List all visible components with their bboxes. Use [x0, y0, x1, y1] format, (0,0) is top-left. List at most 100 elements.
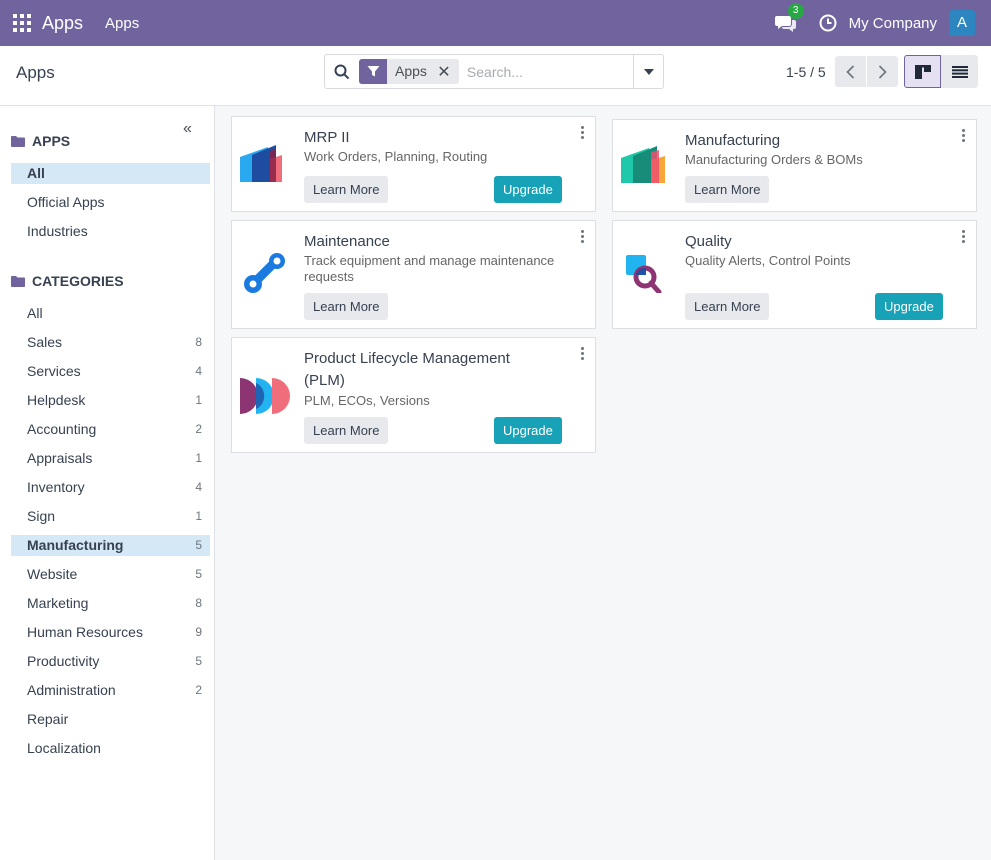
- category-item-manufacturing[interactable]: Manufacturing 5: [11, 535, 210, 556]
- filter-label: Industries: [27, 223, 88, 239]
- mrp-logo-icon: [240, 145, 282, 182]
- app-title: Quality: [685, 233, 732, 250]
- category-label: Accounting: [27, 421, 97, 437]
- nav-brand[interactable]: Apps: [42, 13, 83, 34]
- list-view-button[interactable]: [941, 55, 978, 88]
- card-menu-icon[interactable]: [581, 230, 585, 243]
- search-input[interactable]: [466, 59, 627, 84]
- app-card-manufacturing[interactable]: Manufacturing Manufacturing Orders & BOM…: [612, 119, 977, 212]
- category-item[interactable]: Inventory 4: [11, 477, 210, 498]
- app-card-plm[interactable]: Product Lifecycle Management (PLM) PLM, …: [231, 337, 596, 453]
- list-icon: [951, 65, 968, 78]
- chat-icon[interactable]: 3: [774, 3, 804, 33]
- clock-icon[interactable]: [819, 14, 837, 32]
- learn-more-button[interactable]: Learn More: [304, 417, 389, 444]
- learn-more-button[interactable]: Learn More: [685, 176, 770, 203]
- category-item[interactable]: Human Resources 9: [11, 622, 210, 643]
- category-item[interactable]: Helpdesk 1: [11, 390, 210, 411]
- category-item[interactable]: Marketing 8: [11, 593, 210, 614]
- navbar-systray: 3 My Company A: [774, 0, 975, 46]
- category-item[interactable]: Productivity 5: [11, 651, 210, 672]
- category-label: Repair: [27, 711, 69, 727]
- category-item[interactable]: Localization: [11, 738, 210, 759]
- category-item[interactable]: Administration 2: [11, 680, 210, 701]
- nav-menu-apps[interactable]: Apps: [105, 15, 139, 32]
- filter-official-apps[interactable]: Official Apps: [11, 192, 210, 213]
- pager-previous-button[interactable]: [835, 56, 866, 87]
- category-item[interactable]: Sales 8: [11, 332, 210, 353]
- learn-more-button[interactable]: Learn More: [685, 293, 770, 320]
- filter-label: All: [27, 165, 45, 181]
- category-label: Administration: [27, 682, 116, 698]
- filter-label: Official Apps: [27, 194, 105, 210]
- category-item[interactable]: Accounting 2: [11, 419, 210, 440]
- app-card-maintenance[interactable]: Maintenance Track equipment and manage m…: [231, 220, 596, 329]
- category-count: 2: [195, 422, 202, 436]
- user-avatar[interactable]: A: [949, 10, 975, 36]
- category-label: Helpdesk: [27, 392, 86, 408]
- app-description: Track equipment and manage maintenance r…: [304, 253, 555, 284]
- category-label: Human Resources: [27, 624, 143, 640]
- card-menu-icon[interactable]: [962, 129, 966, 142]
- facet-remove-icon[interactable]: ✕: [435, 59, 453, 84]
- category-item[interactable]: Sign 1: [11, 506, 210, 527]
- search-facet: Apps ✕: [359, 59, 459, 84]
- chevron-right-icon: [878, 64, 887, 79]
- category-count: 4: [195, 480, 202, 494]
- app-menu-grid-icon[interactable]: [13, 14, 31, 32]
- category-count: 5: [195, 538, 202, 552]
- category-count: 2: [195, 683, 202, 697]
- facet-label: Apps: [395, 63, 427, 79]
- category-count: 1: [195, 509, 202, 523]
- category-item[interactable]: Appraisals 1: [11, 448, 210, 469]
- app-card-quality[interactable]: Quality Quality Alerts, Control Points L…: [612, 220, 977, 329]
- collapse-sidebar-icon[interactable]: «: [183, 120, 192, 138]
- company-switcher[interactable]: My Company: [849, 15, 937, 32]
- category-item[interactable]: All: [11, 303, 210, 324]
- app-description: Work Orders, Planning, Routing: [304, 149, 488, 164]
- search-options-toggle[interactable]: [633, 55, 663, 88]
- category-label: Productivity: [27, 653, 100, 669]
- category-label: Inventory: [27, 479, 85, 495]
- category-item[interactable]: Website 5: [11, 564, 210, 585]
- category-count: 5: [195, 567, 202, 581]
- filter-industries[interactable]: Industries: [11, 221, 210, 242]
- upgrade-button[interactable]: Upgrade: [494, 176, 562, 203]
- category-count: 8: [195, 335, 202, 349]
- breadcrumb: Apps: [16, 63, 55, 82]
- top-navbar: Apps Apps 3 My Company A: [0, 0, 991, 46]
- card-menu-icon[interactable]: [962, 230, 966, 243]
- search-icon[interactable]: [327, 55, 357, 88]
- kanban-icon: [914, 64, 931, 79]
- card-menu-icon[interactable]: [581, 126, 585, 139]
- app-card-mrp[interactable]: MRP II Work Orders, Planning, Routing Le…: [231, 116, 596, 212]
- plm-logo-icon: [240, 378, 290, 414]
- category-count: 4: [195, 364, 202, 378]
- category-count: 5: [195, 654, 202, 668]
- apps-section-label: APPS: [32, 133, 71, 149]
- category-count: 8: [195, 596, 202, 610]
- category-label: Manufacturing: [27, 537, 124, 553]
- caret-down-icon: [643, 68, 654, 75]
- learn-more-button[interactable]: Learn More: [304, 176, 389, 203]
- apps-section-title: APPS: [11, 133, 70, 149]
- category-count: 1: [195, 393, 202, 407]
- category-label: Sign: [27, 508, 56, 524]
- category-item[interactable]: Repair: [11, 709, 210, 730]
- quality-logo-icon: [626, 255, 662, 293]
- kanban-view-button[interactable]: [904, 55, 941, 88]
- search-panel-sidebar: « APPS All Official Apps Industries CATE…: [0, 106, 215, 860]
- upgrade-button[interactable]: Upgrade: [494, 417, 562, 444]
- card-menu-icon[interactable]: [581, 347, 585, 360]
- pager-next-button[interactable]: [867, 56, 898, 87]
- upgrade-button[interactable]: Upgrade: [875, 293, 943, 320]
- chevron-left-icon: [846, 64, 855, 79]
- pager-value[interactable]: 1-5 / 5: [786, 64, 826, 80]
- app-description: Manufacturing Orders & BOMs: [685, 152, 863, 167]
- manufacturing-logo-icon: [621, 146, 665, 183]
- learn-more-button[interactable]: Learn More: [304, 293, 389, 320]
- chat-count-badge: 3: [787, 3, 804, 19]
- filter-icon: [359, 59, 387, 84]
- filter-apps-all[interactable]: All: [11, 163, 210, 184]
- category-item[interactable]: Services 4: [11, 361, 210, 382]
